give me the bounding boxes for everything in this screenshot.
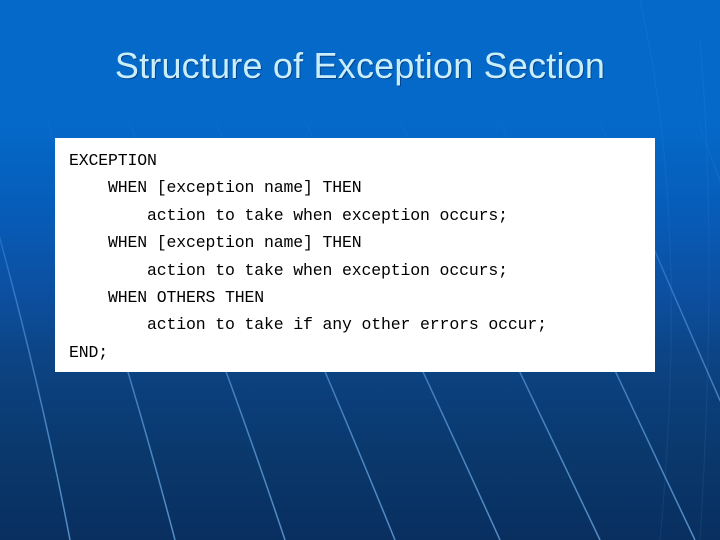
- presentation-slide: Structure of Exception Section EXCEPTION…: [0, 0, 720, 540]
- exception-section-code: EXCEPTION WHEN [exception name] THEN act…: [69, 151, 547, 362]
- slide-title: Structure of Exception Section: [114, 45, 606, 86]
- code-block-card: EXCEPTION WHEN [exception name] THEN act…: [55, 138, 655, 372]
